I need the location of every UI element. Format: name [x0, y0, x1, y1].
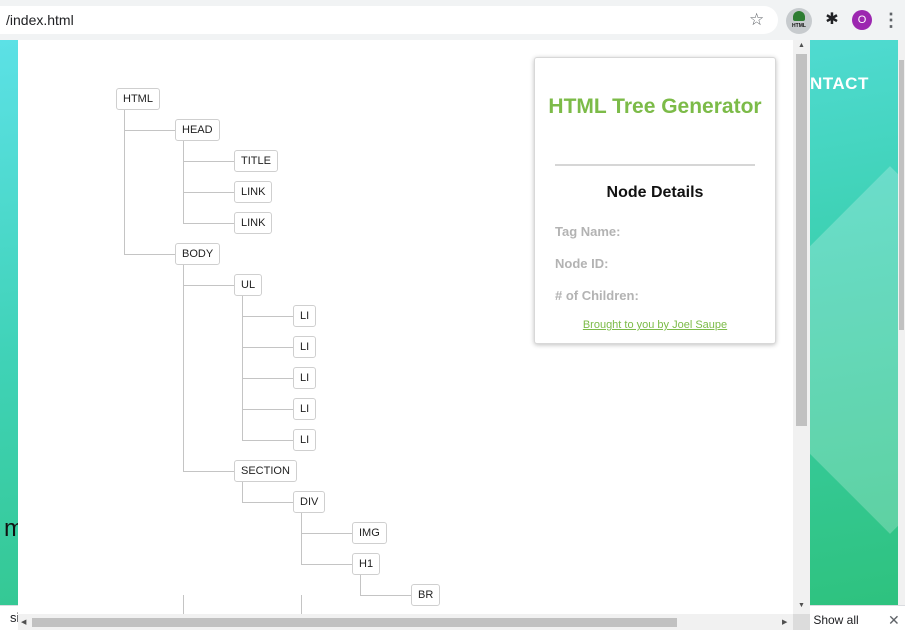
popup-vertical-scrollbar-thumb[interactable] [796, 54, 807, 426]
extension-label: HTML [792, 23, 806, 29]
background-nav-contact: NTACT [810, 74, 869, 93]
tree-node-html[interactable]: HTML [116, 88, 160, 110]
popup-vertical-scrollbar[interactable]: ▲ ▼ [793, 40, 810, 614]
tree-connector-horizontal [301, 564, 352, 565]
tree-node-link[interactable]: LINK [234, 181, 273, 203]
url-field[interactable]: /index.html ☆ [0, 6, 778, 34]
tree-node-section[interactable]: SECTION [234, 460, 297, 482]
scroll-down-arrow-icon[interactable]: ▼ [798, 602, 805, 609]
url-text: /index.html [6, 12, 74, 28]
tree-connector-vertical [301, 513, 302, 564]
tree-connector-horizontal [183, 285, 234, 286]
tag-name-label: Tag Name: [555, 224, 621, 239]
panel-title: HTML Tree Generator [548, 95, 762, 118]
tree-node-li[interactable]: LI [293, 336, 317, 358]
tree-node-img[interactable]: IMG [352, 522, 387, 544]
credit-link[interactable]: Brought to you by Joel Saupe [535, 319, 775, 331]
tree-connector-horizontal [242, 316, 293, 317]
tree-node-body[interactable]: BODY [175, 243, 221, 265]
tree-connector-horizontal [124, 130, 175, 131]
page-scrollbar-thumb[interactable] [899, 60, 904, 330]
tree-node-title[interactable]: TITLE [234, 150, 278, 172]
node-details-panel: HTML Tree Generator Node Details Tag Nam… [534, 57, 776, 344]
tree-connector-vertical [242, 482, 243, 502]
tree-connector-horizontal [183, 223, 234, 224]
tree-connector-vertical [242, 296, 243, 440]
tree-connector-horizontal [183, 161, 234, 162]
popup-horizontal-scrollbar-thumb[interactable] [32, 618, 677, 627]
show-all-button[interactable]: Show all [810, 608, 862, 632]
tree-connector-horizontal [242, 378, 293, 379]
tree-node-li[interactable]: LI [293, 305, 317, 327]
tree-node-br[interactable]: BR [411, 584, 441, 606]
scrollbar-corner [793, 614, 810, 630]
scroll-up-arrow-icon[interactable]: ▲ [798, 42, 805, 49]
profile-avatar[interactable]: O [852, 10, 872, 30]
tree-icon [793, 11, 805, 21]
scroll-right-arrow-icon[interactable]: ▶ [782, 618, 787, 626]
panel-subtitle: Node Details [606, 184, 704, 201]
tree-node-h1[interactable]: H1 [352, 553, 381, 575]
html-tree-extension-icon[interactable]: HTML [786, 8, 812, 34]
extensions-puzzle-icon[interactable]: ✱ [820, 8, 844, 32]
children-count-label: # of Children: [555, 288, 639, 303]
scroll-left-arrow-icon[interactable]: ◀ [21, 618, 26, 626]
tree-connector-horizontal [301, 533, 352, 534]
tree-connector-horizontal [183, 471, 234, 472]
tree-node-link[interactable]: LINK [234, 212, 273, 234]
tree-connector-horizontal [360, 595, 411, 596]
node-id-label: Node ID: [555, 256, 609, 271]
tree-node-li[interactable]: LI [293, 367, 317, 389]
browser-address-bar: /index.html ☆ HTML ✱ O ⋮ [0, 0, 905, 40]
tree-node-head[interactable]: HEAD [175, 119, 220, 141]
tree-connector-vertical [360, 575, 361, 595]
tree-connector-horizontal [242, 502, 293, 503]
popup-horizontal-scrollbar[interactable]: ◀ ▶ [18, 614, 793, 630]
tree-node-li[interactable]: LI [293, 398, 317, 420]
bookmark-star-icon[interactable]: ☆ [749, 6, 764, 34]
panel-divider [555, 164, 755, 166]
tree-connector-horizontal [183, 192, 234, 193]
tree-connector-vertical [183, 141, 184, 223]
tree-node-ul[interactable]: UL [234, 274, 263, 296]
extension-popup: HTML HEAD TITLE LINK LINK BODY UL LI LI LI LI LI SEC… [18, 40, 810, 630]
close-downloads-icon[interactable]: ✕ [888, 608, 900, 632]
browser-menu-icon[interactable]: ⋮ [882, 8, 900, 32]
tree-connector-vertical [124, 110, 125, 254]
tree-connector-vertical [183, 265, 184, 471]
tree-node-li[interactable]: LI [293, 429, 317, 451]
tree-connector-horizontal [242, 347, 293, 348]
tree-connector-horizontal [242, 409, 293, 410]
tree-connector-horizontal [124, 254, 175, 255]
tree-connector-horizontal [242, 440, 293, 441]
tree-node-div[interactable]: DIV [293, 491, 326, 513]
page-scrollbar[interactable] [898, 40, 905, 605]
